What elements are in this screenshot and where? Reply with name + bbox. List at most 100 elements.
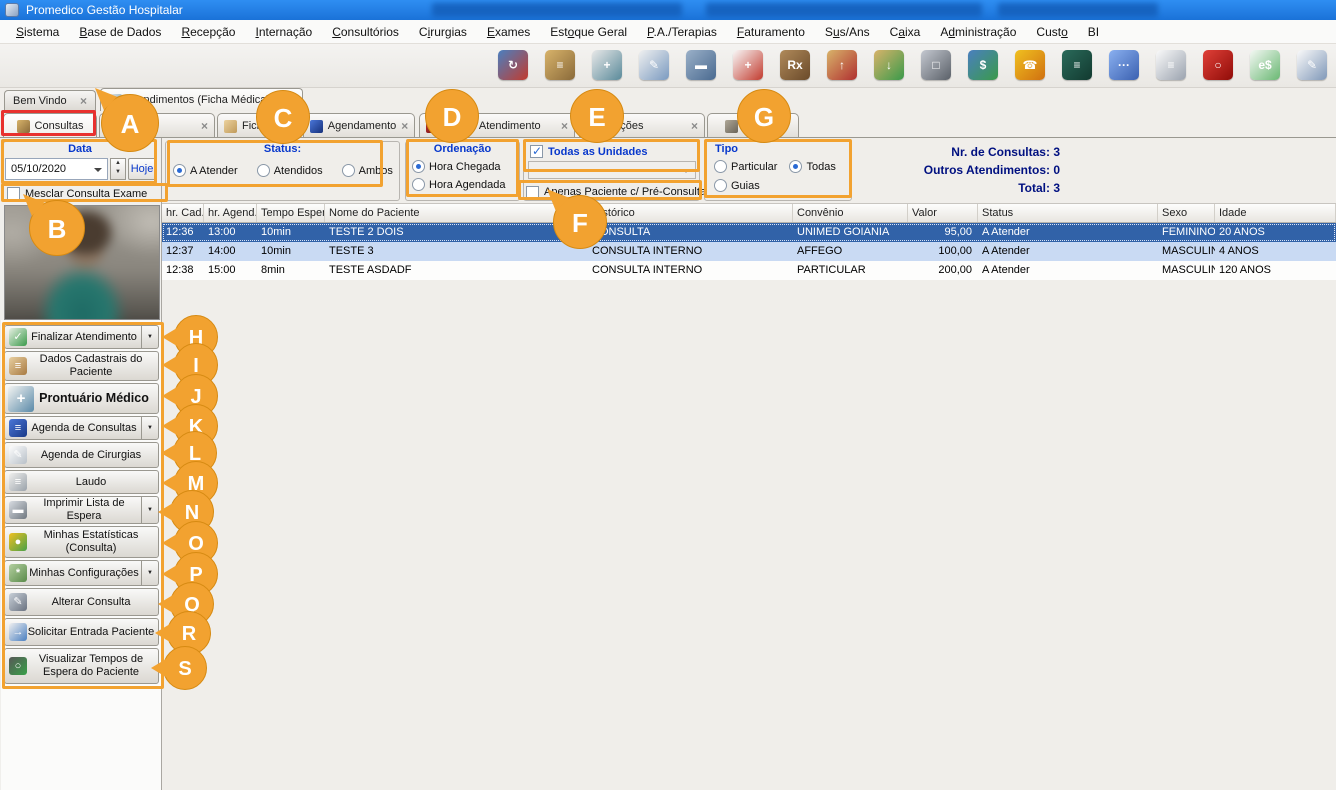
tab-agendamento[interactable]: Agendamento×	[303, 113, 415, 138]
menu-sus-ans[interactable]: Sus/Ans	[815, 20, 880, 44]
table-row[interactable]: 12:3613:0010minTESTE 2 DOISCONSULTAUNIME…	[162, 223, 1336, 242]
menu-internação[interactable]: Internação	[245, 20, 322, 44]
close-icon[interactable]: ×	[561, 121, 568, 132]
finance-chart-icon[interactable]: $	[968, 50, 998, 80]
menu-caixa[interactable]: Caixa	[880, 20, 931, 44]
ambulance-icon[interactable]: +	[733, 50, 763, 80]
sidebar-button-imprimir-lista-de-espera[interactable]: ▬Imprimir Lista de Espera▼	[4, 496, 159, 524]
menu-bi[interactable]: BI	[1078, 20, 1109, 44]
menu-estoque-geral[interactable]: Estoque Geral	[540, 20, 637, 44]
tab-label: Exames	[106, 120, 146, 132]
radio-ambos[interactable]: Ambos	[342, 164, 393, 177]
table-row[interactable]: 12:3714:0010minTESTE 3CONSULTA INTERNOAF…	[162, 242, 1336, 261]
phone-directory-icon[interactable]: ☎	[1015, 50, 1045, 80]
date-input[interactable]: 05/10/2020	[5, 158, 108, 180]
radio-hora-chegada[interactable]: Hora Chegada	[412, 160, 505, 173]
date-stepper[interactable]: ▲▼	[110, 158, 126, 180]
doctor-icon[interactable]: +	[592, 50, 622, 80]
sidebar-button-finalizar-atendimento[interactable]: ✓Finalizar Atendimento▼	[4, 325, 159, 349]
close-icon[interactable]: ×	[201, 121, 208, 132]
close-icon[interactable]: ×	[287, 95, 294, 106]
pharmacy-icon[interactable]: Rx	[780, 50, 810, 80]
dropdown-arrow-icon[interactable]: ▼	[141, 497, 158, 523]
tab-consultas[interactable]: Consultas	[3, 113, 97, 138]
radio-a-atender[interactable]: A Atender	[173, 164, 238, 177]
sidebar-button-dados-cadastrais-do-paciente[interactable]: ≡Dados Cadastrais do Paciente	[4, 351, 159, 381]
menu-sistema[interactable]: Sistema	[6, 20, 69, 44]
power-icon[interactable]: ○	[1203, 50, 1233, 80]
sidebar-button-alterar-consulta[interactable]: ✎Alterar Consulta	[4, 588, 159, 616]
col-header-idade[interactable]: Idade	[1215, 204, 1336, 222]
radio-atendidos[interactable]: Atendidos	[257, 164, 323, 177]
safe-icon[interactable]: □	[921, 50, 951, 80]
tab-atendimentos-ficha-médica[interactable]: Atendimentos (Ficha Médica)×	[100, 88, 303, 111]
chevron-down-icon[interactable]	[682, 169, 690, 173]
menu-p-a-terapias[interactable]: P.A./Terapias	[637, 20, 727, 44]
sidebar-button-solicitar-entrada-paciente[interactable]: →Solicitar Entrada Paciente	[4, 618, 159, 646]
close-icon[interactable]: ×	[691, 121, 698, 132]
revenue-down-icon[interactable]: ↓	[874, 50, 904, 80]
radio-particular[interactable]: Particular	[714, 160, 777, 173]
col-header-sexo[interactable]: Sexo	[1158, 204, 1215, 222]
revenue-up-icon[interactable]: ↑	[827, 50, 857, 80]
prescription-icon[interactable]: ✎	[639, 50, 669, 80]
sign-document-icon[interactable]: ✎	[1297, 50, 1327, 80]
pre-consult-checkbox[interactable]: Apenas Paciente c/ Pré-Consulta	[524, 184, 708, 200]
merge-exam-checkbox[interactable]: Mesclar Consulta Exame	[7, 187, 147, 200]
sidebar-button-agenda-de-consultas[interactable]: ≡Agenda de Consultas▼	[4, 416, 159, 440]
menu-base-de-dados[interactable]: Base de Dados	[69, 20, 171, 44]
sidebar-button-minhas-configurações[interactable]: *Minhas Configurações▼	[4, 560, 159, 586]
col-header-hr-agend[interactable]: hr. Agend.	[204, 204, 257, 222]
menu-cirurgias[interactable]: Cirurgias	[409, 20, 477, 44]
today-button[interactable]: Hoje	[128, 158, 156, 180]
all-units-checkbox[interactable]: Todas as Unidades	[530, 145, 647, 158]
tab-bem-vindo[interactable]: Bem Vindo×	[4, 90, 96, 111]
checkbox-icon[interactable]	[7, 187, 20, 200]
table-row[interactable]: 12:3815:008minTESTE ASDADFCONSULTA INTER…	[162, 261, 1336, 280]
checkbox-icon[interactable]	[526, 186, 539, 199]
menu-faturamento[interactable]: Faturamento	[727, 20, 815, 44]
tab-exames[interactable]: Exames ×	[99, 113, 215, 138]
menu-recepção[interactable]: Recepção	[171, 20, 245, 44]
radio-guias[interactable]: Guias	[714, 179, 760, 192]
tab-internações[interactable]: Internações×	[579, 113, 705, 138]
checkbox-icon[interactable]	[530, 145, 543, 158]
contacts-folder-icon[interactable]: ≡	[545, 50, 575, 80]
menu-administração[interactable]: Administração	[930, 20, 1026, 44]
chat-icon[interactable]: ···	[1109, 50, 1139, 80]
dropdown-arrow-icon[interactable]: ▼	[141, 326, 158, 348]
menu-consultórios[interactable]: Consultórios	[322, 20, 409, 44]
col-header-status[interactable]: Status	[978, 204, 1158, 222]
radio-todas[interactable]: Todas	[789, 160, 835, 173]
ledger-book-icon[interactable]: ≡	[1062, 50, 1092, 80]
col-header-hr-cad[interactable]: hr. Cad.	[162, 204, 204, 222]
sidebar-button-visualizar-tempos-de-espera-do-paciente[interactable]: ○Visualizar Tempos de Espera do Paciente	[4, 648, 159, 684]
e-invoice-icon[interactable]: e$	[1250, 50, 1280, 80]
close-icon[interactable]: ×	[287, 121, 294, 132]
radio-hora-agendada[interactable]: Hora Agendada	[412, 178, 505, 191]
dropdown-arrow-icon[interactable]: ▼	[141, 561, 158, 585]
col-header-histórico[interactable]: Histórico	[588, 204, 793, 222]
tab-pronto-atendimento[interactable]: Pronto Atendimento×	[419, 113, 575, 138]
sidebar-button-prontuário-médico[interactable]: +Prontuário Médico	[4, 383, 159, 414]
sidebar-button-laudo[interactable]: ≡Laudo	[4, 470, 159, 494]
tab-fichário[interactable]: Fichário×	[217, 113, 301, 138]
invoice-icon[interactable]: ≡	[1156, 50, 1186, 80]
col-header-nome-do-paciente[interactable]: Nome do Paciente	[325, 204, 588, 222]
user-sync-icon[interactable]: ↻	[498, 50, 528, 80]
menu-custo[interactable]: Custo	[1026, 20, 1077, 44]
menu-exames[interactable]: Exames	[477, 20, 540, 44]
sidebar-button-agenda-de-cirurgias[interactable]: ✎Agenda de Cirurgias	[4, 442, 159, 468]
col-header-valor[interactable]: Valor	[908, 204, 978, 222]
col-header-convênio[interactable]: Convênio	[793, 204, 908, 222]
hospital-bed-icon[interactable]: ▬	[686, 50, 716, 80]
tab-plantão[interactable]: Plantão	[707, 113, 799, 138]
col-header-tempo-espera[interactable]: Tempo Espera	[257, 204, 325, 222]
close-icon[interactable]: ×	[80, 96, 87, 107]
close-icon[interactable]: ×	[401, 121, 408, 132]
unit-dropdown[interactable]	[528, 161, 696, 179]
sidebar-button-minhas-estatísticas-consulta[interactable]: ●Minhas Estatísticas (Consulta)	[4, 526, 159, 558]
dropdown-arrow-icon[interactable]: ▼	[141, 417, 158, 439]
badge-tail	[162, 328, 177, 346]
chevron-down-icon[interactable]	[94, 168, 102, 172]
